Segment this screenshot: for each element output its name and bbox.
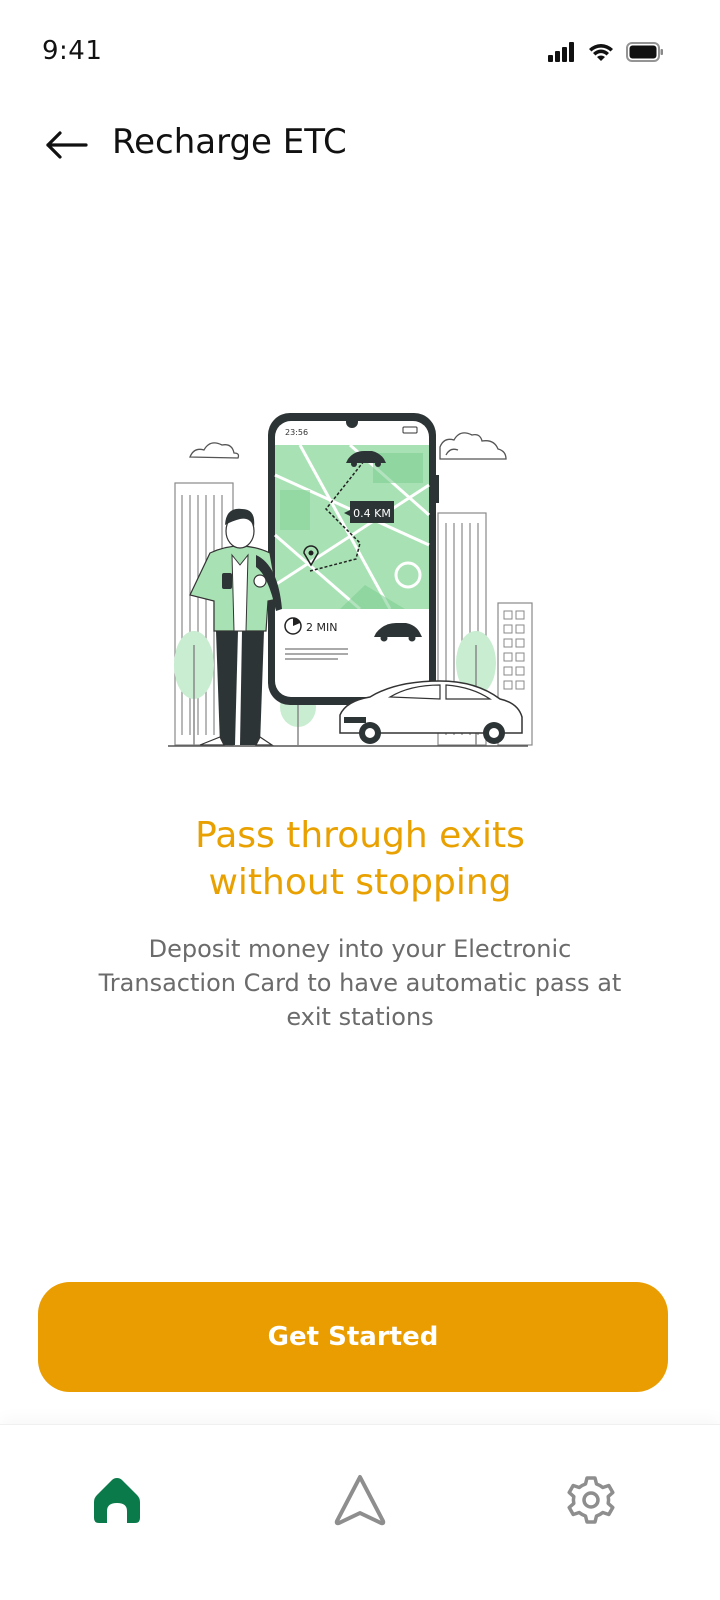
hero-illustration: 23:56 0.4 KM 2 MIN: [160, 395, 540, 765]
app-header: Recharge ETC: [0, 110, 720, 180]
tree-left: [174, 631, 214, 745]
distance-label: 0.4 KM: [353, 507, 391, 520]
cloud-right: [439, 432, 507, 460]
eta-label: 2 MIN: [306, 621, 337, 634]
headline-line-2: without stopping: [208, 862, 512, 903]
status-icons: [548, 42, 664, 62]
arrow-left-icon: [46, 131, 88, 159]
gear-icon: [567, 1476, 615, 1524]
cellular-signal-icon: [548, 42, 574, 62]
phone-time: 23:56: [285, 428, 308, 437]
description: Deposit money into your Electronic Trans…: [98, 935, 622, 1031]
headline-line-1: Pass through exits: [195, 815, 525, 856]
back-button[interactable]: [36, 120, 96, 170]
wifi-icon: [589, 44, 613, 61]
bottom-navigation: [0, 1424, 720, 1600]
headline: Pass through exits without stopping: [60, 812, 660, 906]
nav-navigate[interactable]: [325, 1465, 395, 1535]
ride-map-illustration: 23:56 0.4 KM 2 MIN: [168, 413, 533, 747]
page-title: Recharge ETC: [112, 122, 347, 162]
status-bar: 9:41: [0, 0, 720, 100]
status-time: 9:41: [42, 36, 103, 66]
navigation-arrow-icon: [334, 1475, 386, 1526]
nav-home[interactable]: [82, 1465, 152, 1535]
battery-icon: [626, 42, 663, 62]
cloud-left: [189, 442, 240, 459]
nav-settings[interactable]: [556, 1465, 626, 1535]
home-icon: [94, 1478, 140, 1523]
get-started-button[interactable]: Get Started: [38, 1282, 668, 1392]
phone: 23:56 0.4 KM 2 MIN: [268, 413, 439, 705]
